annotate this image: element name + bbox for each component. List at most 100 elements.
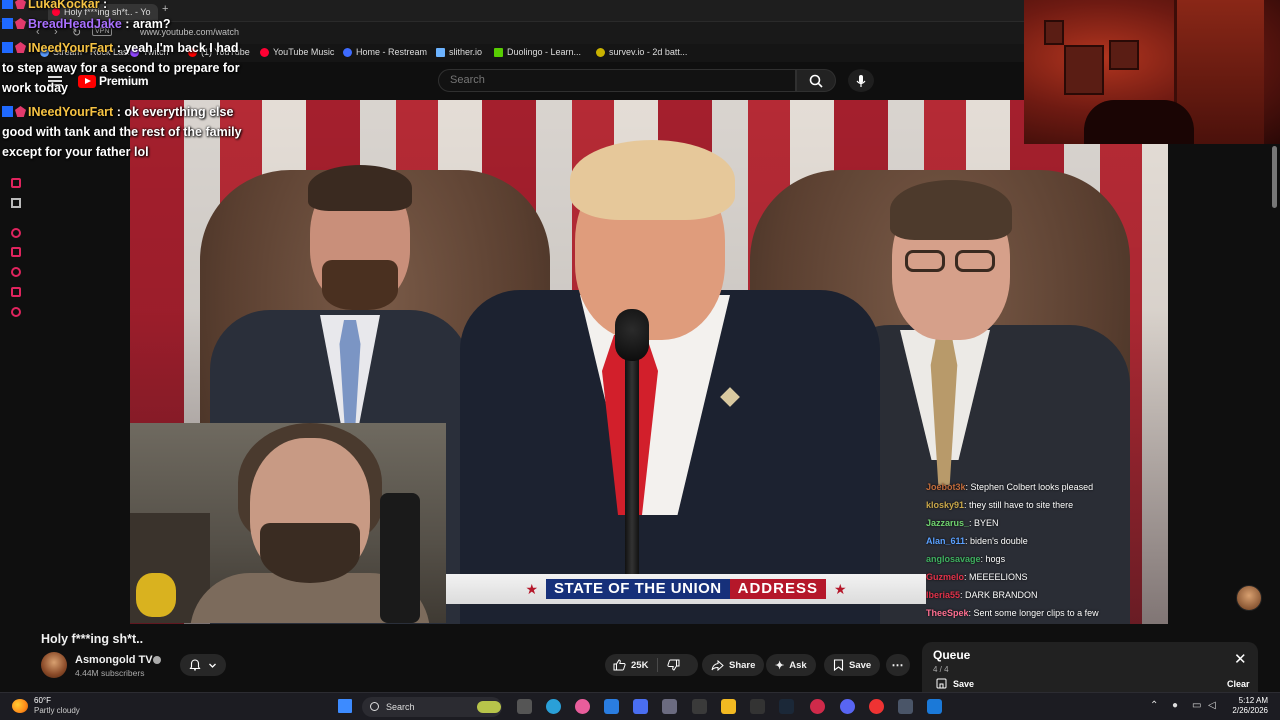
weather-widget[interactable]: 60°F Partly cloudy [12,696,80,716]
rail-history-icon[interactable] [11,267,21,277]
playlist-add-icon [833,659,844,671]
discord-icon[interactable] [840,699,855,714]
chat-user: INeedYourFart [28,41,114,55]
gem-badge-icon [15,0,26,9]
tray-mic-icon[interactable]: ● [1172,700,1178,711]
chat-message: INeedYourFart : yeah I'm back I had to s… [2,38,242,98]
bookmark-slither[interactable]: slither.io [436,47,482,57]
banner-title: STATE OF THE UNION [546,579,730,599]
chat-row: TheeSpek: Sent some longer clips to a fe… [926,608,1099,618]
rail-settings-icon[interactable] [11,307,21,317]
subscriber-count: 4.44M subscribers [75,668,145,678]
voice-search-button[interactable] [848,69,874,92]
queue-count: 4 / 4 [933,665,949,674]
task-view-icon[interactable] [517,699,532,714]
tray-network-icon[interactable]: ▭ [1192,700,1201,711]
chat-row: Jazzarus_: BYEN [926,518,999,528]
chat-message: INeedYourFart : ok everything else good … [2,102,242,162]
search-input[interactable] [439,70,795,90]
star-icon: ★ [525,580,539,597]
share-label: Share [729,659,756,671]
bookmark-restream[interactable]: Home - Restream [343,47,427,57]
chrome-icon[interactable] [869,699,884,714]
steam-icon[interactable] [779,699,794,714]
badge-icon [2,42,13,53]
queue-clear-button[interactable]: Clear [1227,679,1250,689]
page-scrollbar[interactable] [1272,146,1277,208]
app-icon[interactable] [692,699,707,714]
temperature: 60°F [34,696,51,705]
chat-message: BreadHeadJake : aram? [2,14,242,34]
dislike-icon[interactable] [667,659,680,671]
chat-row: Joebot3k: Stephen Colbert looks pleased [926,482,1094,492]
gem-badge-icon [15,106,26,117]
share-button[interactable]: Share [702,654,765,676]
search-box[interactable] [438,69,796,92]
tray-chevron-icon[interactable]: ⌃ [1150,700,1158,711]
rail-library-icon[interactable] [11,247,21,257]
ask-label: Ask [789,659,807,671]
edge-icon[interactable] [546,699,561,714]
rail-instagram-icon[interactable] [11,228,21,238]
chat-user: LukaKockar [28,0,100,11]
tray-volume-icon[interactable]: ◁ [1208,700,1216,711]
close-icon[interactable]: ✕ [1234,650,1247,668]
chat-message: LukaKockar : [2,0,242,14]
weather-condition: Partly cloudy [34,706,80,715]
room-camera [1024,0,1280,144]
system-clock[interactable]: 5:12 AM 2/26/2026 [1226,696,1268,716]
queue-save-button[interactable]: Save [936,678,974,689]
snipping-icon[interactable] [662,699,677,714]
opera-icon[interactable] [810,699,825,714]
verified-icon [153,656,161,664]
copilot-icon[interactable] [575,699,590,714]
like-dislike-group: 25K [605,654,698,676]
x-app-icon[interactable] [750,699,765,714]
bell-icon [189,659,201,671]
taskbar-search-label: Search [386,702,415,712]
video-title: Holy f***ing sh*t.. [41,632,144,646]
bookmark-youtube-music[interactable]: YouTube Music [260,47,334,57]
outlook-icon[interactable] [604,699,619,714]
search-highlight-icon [477,701,501,713]
rail-clips-icon[interactable] [11,287,21,297]
chat-user: INeedYourFart [28,105,114,119]
ask-button[interactable]: ✦ Ask [766,654,816,676]
store-icon[interactable] [633,699,648,714]
like-count[interactable]: 25K [631,660,648,671]
chat-row: anglosavage: hogs [926,554,1006,564]
queue-title: Queue [933,648,971,662]
chat-row: Alan_611: biden's double [926,536,1028,546]
clock-date: 2/26/2026 [1232,706,1268,715]
save-button[interactable]: Save [824,654,881,676]
settings-icon[interactable] [898,699,913,714]
start-icon[interactable] [338,699,352,713]
clock-time: 5:12 AM [1238,696,1268,705]
banner-subtitle: ADDRESS [729,579,826,599]
rail-twitch-icon[interactable] [11,178,21,188]
chat-row: klosky91: they still have to site there [926,500,1074,510]
bookmark-icon [936,678,947,689]
chat-row: Iberia55: DARK BRANDON [926,590,1038,600]
channel-name[interactable]: Asmongold TV [75,654,153,666]
weather-icon [12,699,28,713]
search-icon [370,702,379,711]
more-actions-button[interactable]: ⋯ [886,654,910,676]
badge-icon [2,106,13,117]
microphone-icon [856,74,866,87]
search-button[interactable] [796,69,836,92]
channel-avatar[interactable] [41,652,67,678]
chat-row: Guzmelo: MEEEELIONS [926,572,1028,582]
chevron-down-icon [208,663,216,668]
rail-x-icon[interactable] [11,198,21,208]
bookmark-duolingo[interactable]: Duolingo - Learn... [494,47,581,57]
like-icon[interactable] [613,659,626,671]
sparkle-icon: ✦ [775,659,785,672]
badge-icon [2,0,13,9]
floating-avatar[interactable] [1236,585,1262,611]
file-explorer-icon[interactable] [721,699,736,714]
bookmark-survev[interactable]: survev.io - 2d batt... [596,47,687,57]
notification-button[interactable] [180,654,226,676]
microphone-stand [615,309,649,585]
app-window-icon[interactable] [927,699,942,714]
